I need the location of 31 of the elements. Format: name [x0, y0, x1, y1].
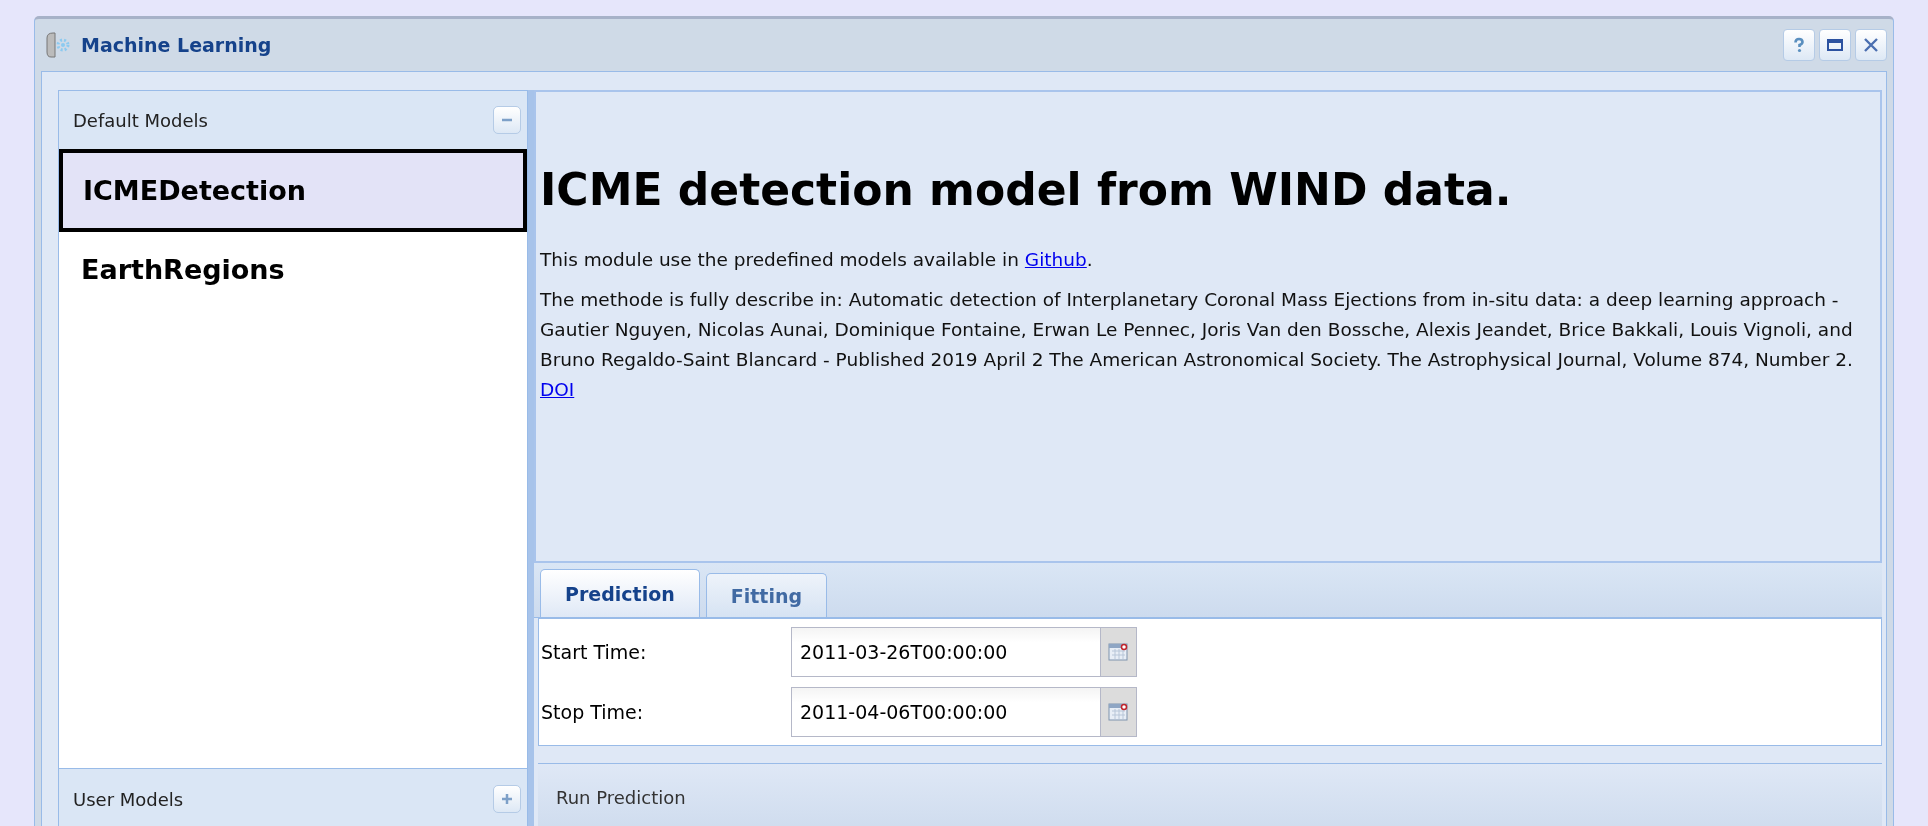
link[interactable]: Github — [1024, 249, 1087, 270]
date-field[interactable]: 2011-03-26T00:00:00 — [791, 627, 1101, 677]
model-heading: ICME detection model from WIND data. — [540, 164, 1513, 215]
tab[interactable]: Prediction — [540, 569, 700, 617]
help-button[interactable] — [1783, 29, 1815, 61]
field-label: Start Time: — [541, 641, 648, 663]
run-prediction-button[interactable]: Run Prediction — [550, 780, 692, 814]
description-paragraph: This module use the predefined models available in Github. — [540, 248, 1094, 272]
calendar-icon — [1107, 642, 1130, 662]
date-field[interactable]: 2011-04-06T00:00:00 — [791, 687, 1101, 737]
window-title: Machine Learning — [81, 34, 272, 56]
close-button[interactable] — [1855, 29, 1887, 61]
link[interactable]: DOI — [540, 379, 575, 400]
section-title: User Models — [73, 788, 184, 810]
close-icon — [1862, 36, 1880, 54]
expand-button[interactable] — [493, 785, 521, 813]
calendar-button[interactable] — [1101, 687, 1137, 737]
maximize-icon — [1826, 36, 1844, 54]
section-title: Default Models — [73, 109, 208, 131]
accordion-header[interactable]: User Models — [59, 768, 527, 826]
model-item[interactable]: ICMEDetection — [59, 149, 527, 232]
calendar-button[interactable] — [1101, 627, 1137, 677]
maximize-button[interactable] — [1819, 29, 1851, 61]
description-paragraph: The methode is fully describe in: Automatic detection of Interplanetary Coronal Mass Ejections from in-situ data: a deep learning approach - Gautier Nguyen, Nicolas Aunai, Dominique Fontaine, Erwan Le Pennec, Joris Van den Bossche, Alexis Jeandet, Brice Bakkali, Louis Vignoli, and Bruno Regaldo-Saint Blancard - Published 2019 April 2 The American Astronomical Society. The Astrophysical Journal, Volume 874, Number 2. DOI — [540, 288, 1854, 402]
calendar-icon — [1107, 702, 1130, 722]
collapse-button[interactable] — [493, 106, 521, 134]
model-item[interactable]: EarthRegions — [59, 232, 527, 307]
field-label: Stop Time: — [541, 701, 645, 723]
tab[interactable]: Fitting — [705, 573, 828, 617]
accordion-header[interactable]: Default Models — [59, 91, 527, 149]
plus-icon — [499, 791, 515, 807]
